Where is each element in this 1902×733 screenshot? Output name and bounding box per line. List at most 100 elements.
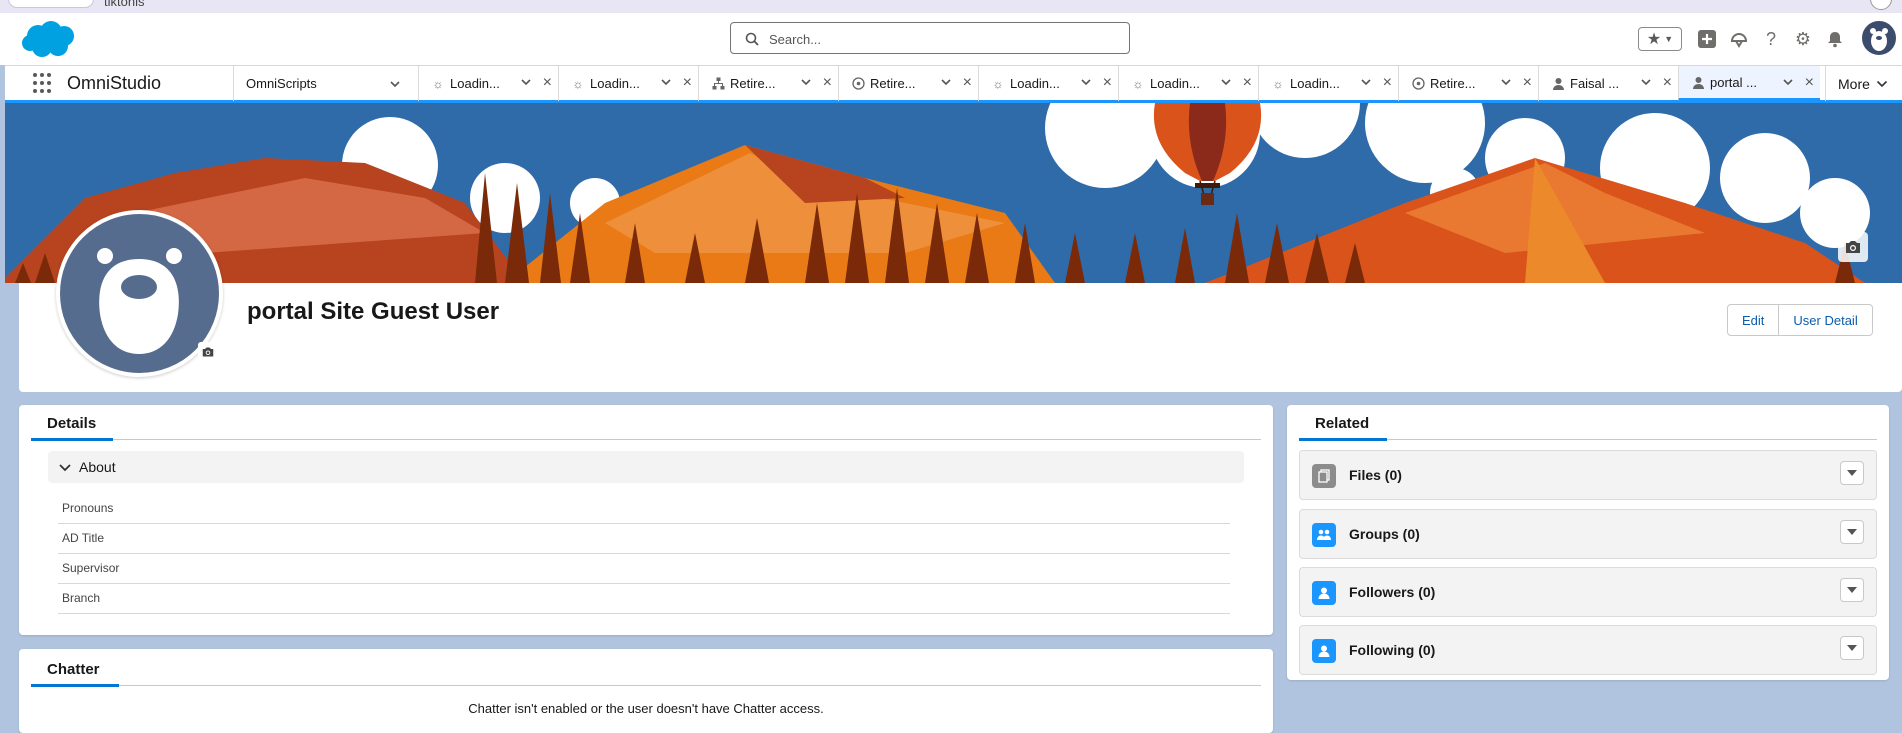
loading-icon: ☼ xyxy=(1132,76,1144,91)
app-launcher-area: OmniStudio xyxy=(5,66,233,101)
workspace-tab-5[interactable]: ☼ Loadin... × xyxy=(978,66,1118,101)
tab-details[interactable]: Details xyxy=(47,415,96,432)
tab-chatter[interactable]: Chatter xyxy=(47,661,100,678)
workspace-tab-3[interactable]: Retire... × xyxy=(698,66,838,101)
browser-top-strip: tiktonis xyxy=(0,0,1902,13)
tab-label: Retire... xyxy=(870,76,916,91)
close-icon[interactable]: × xyxy=(1523,75,1532,91)
hierarchy-icon xyxy=(711,77,725,91)
workspace-tab-8[interactable]: Retire... × xyxy=(1398,66,1538,101)
dropdown-icon[interactable] xyxy=(1840,636,1864,660)
following-icon xyxy=(1312,639,1336,663)
more-label: More xyxy=(1838,75,1870,92)
object-menu-chevron[interactable] xyxy=(373,66,413,101)
page-title: portal Site Guest User xyxy=(247,298,500,325)
chevron-down-icon[interactable] xyxy=(800,76,812,88)
app-navigation: OmniStudio OmniScripts ☼ Loadin... × ☼ L… xyxy=(5,65,1902,103)
search-input[interactable] xyxy=(769,29,1109,49)
close-icon[interactable]: × xyxy=(1103,75,1112,91)
related-list-followers[interactable]: Followers (0) xyxy=(1299,567,1877,617)
user-avatar[interactable] xyxy=(1860,19,1898,57)
workspace-tab-7[interactable]: ☼ Loadin... × xyxy=(1258,66,1398,101)
tab-label: Retire... xyxy=(730,76,776,91)
tab-label: portal ... xyxy=(1710,74,1757,90)
files-icon xyxy=(1312,464,1336,488)
related-list-groups[interactable]: Groups (0) xyxy=(1299,509,1877,559)
tab-divider xyxy=(31,685,1261,686)
edit-button[interactable]: Edit xyxy=(1727,304,1780,336)
field-ad-title: AD Title xyxy=(58,524,1230,554)
chevron-down-icon[interactable] xyxy=(1220,76,1232,88)
close-icon[interactable]: × xyxy=(1243,75,1252,91)
tab-label: Loadin... xyxy=(450,76,500,91)
close-icon[interactable]: × xyxy=(1663,75,1672,91)
workspace-tab-1[interactable]: ☼ Loadin... × xyxy=(418,66,558,101)
close-icon[interactable]: × xyxy=(543,75,552,91)
chevron-down-icon xyxy=(59,464,71,472)
app-name: OmniStudio xyxy=(67,73,162,93)
details-card: Details About Pronouns AD Title Supervis… xyxy=(19,405,1273,635)
workspace-tab-9[interactable]: Faisal ... × xyxy=(1538,66,1678,101)
add-icon[interactable] xyxy=(1696,28,1718,50)
setup-gear-icon[interactable]: ⚙ xyxy=(1792,28,1814,50)
close-icon[interactable]: × xyxy=(1805,75,1814,91)
loading-icon: ☼ xyxy=(992,76,1004,91)
chevron-down-icon[interactable] xyxy=(1500,76,1512,88)
help-icon[interactable]: ? xyxy=(1760,28,1782,50)
about-section-header[interactable]: About xyxy=(48,451,1244,483)
banner-camera-icon[interactable] xyxy=(1838,232,1868,262)
chevron-down-icon xyxy=(390,80,400,87)
favorites-star-icon[interactable]: ★ ▼ xyxy=(1638,27,1682,51)
strip-circle-icon xyxy=(1870,0,1892,10)
header-icons: ★ ▼ ? ⚙ xyxy=(1638,25,1856,53)
workspace-tab-10-active[interactable]: portal ... × xyxy=(1678,66,1820,101)
related-list-following[interactable]: Following (0) xyxy=(1299,625,1877,675)
chevron-down-icon[interactable] xyxy=(940,76,952,88)
groups-icon xyxy=(1312,523,1336,547)
notifications-bell-icon[interactable] xyxy=(1824,28,1846,50)
tab-label: Loadin... xyxy=(1290,76,1340,91)
close-icon[interactable]: × xyxy=(823,75,832,91)
chatter-message: Chatter isn't enabled or the user doesn'… xyxy=(468,701,824,716)
chatter-card: Chatter Chatter isn't enabled or the use… xyxy=(19,649,1273,733)
related-list-files[interactable]: Files (0) xyxy=(1299,450,1877,500)
close-icon[interactable]: × xyxy=(1383,75,1392,91)
profile-banner xyxy=(5,103,1902,283)
trailhead-icon[interactable] xyxy=(1728,28,1750,50)
chevron-down-icon[interactable] xyxy=(1782,76,1794,88)
chevron-down-icon[interactable] xyxy=(520,76,532,88)
more-tabs-button[interactable]: More xyxy=(1825,66,1902,101)
tab-related[interactable]: Related xyxy=(1315,415,1369,432)
omniscript-icon xyxy=(1411,77,1425,91)
user-detail-button[interactable]: User Detail xyxy=(1779,304,1873,336)
salesforce-logo[interactable] xyxy=(20,19,80,59)
section-label: About xyxy=(79,459,116,475)
related-label[interactable]: Following (0) xyxy=(1349,642,1435,658)
tab-label: OmniScripts xyxy=(246,76,317,91)
field-supervisor: Supervisor xyxy=(58,554,1230,584)
dropdown-icon[interactable] xyxy=(1840,520,1864,544)
strip-text: tiktonis xyxy=(104,0,145,9)
dropdown-icon[interactable] xyxy=(1840,461,1864,485)
chevron-down-icon[interactable] xyxy=(1640,76,1652,88)
chevron-down-icon[interactable] xyxy=(1080,76,1092,88)
loading-icon: ☼ xyxy=(572,76,584,91)
close-icon[interactable]: × xyxy=(683,75,692,91)
workspace-tab-6[interactable]: ☼ Loadin... × xyxy=(1118,66,1258,101)
workspace-tab-4[interactable]: Retire... × xyxy=(838,66,978,101)
chevron-down-icon[interactable] xyxy=(1360,76,1372,88)
related-label[interactable]: Groups (0) xyxy=(1349,526,1420,542)
dropdown-icon[interactable] xyxy=(1840,578,1864,602)
close-icon[interactable]: × xyxy=(963,75,972,91)
banner-landscape-illustration xyxy=(5,103,1902,283)
tab-label: Retire... xyxy=(1430,76,1476,91)
related-label[interactable]: Followers (0) xyxy=(1349,584,1435,600)
related-label[interactable]: Files (0) xyxy=(1349,467,1402,483)
tab-divider xyxy=(31,439,1261,440)
global-search[interactable] xyxy=(730,22,1130,54)
workspace-tab-2[interactable]: ☼ Loadin... × xyxy=(558,66,698,101)
user-icon xyxy=(1691,75,1705,89)
avatar-camera-icon[interactable] xyxy=(198,342,218,362)
chevron-down-icon[interactable] xyxy=(660,76,672,88)
app-launcher-icon[interactable] xyxy=(33,72,55,95)
